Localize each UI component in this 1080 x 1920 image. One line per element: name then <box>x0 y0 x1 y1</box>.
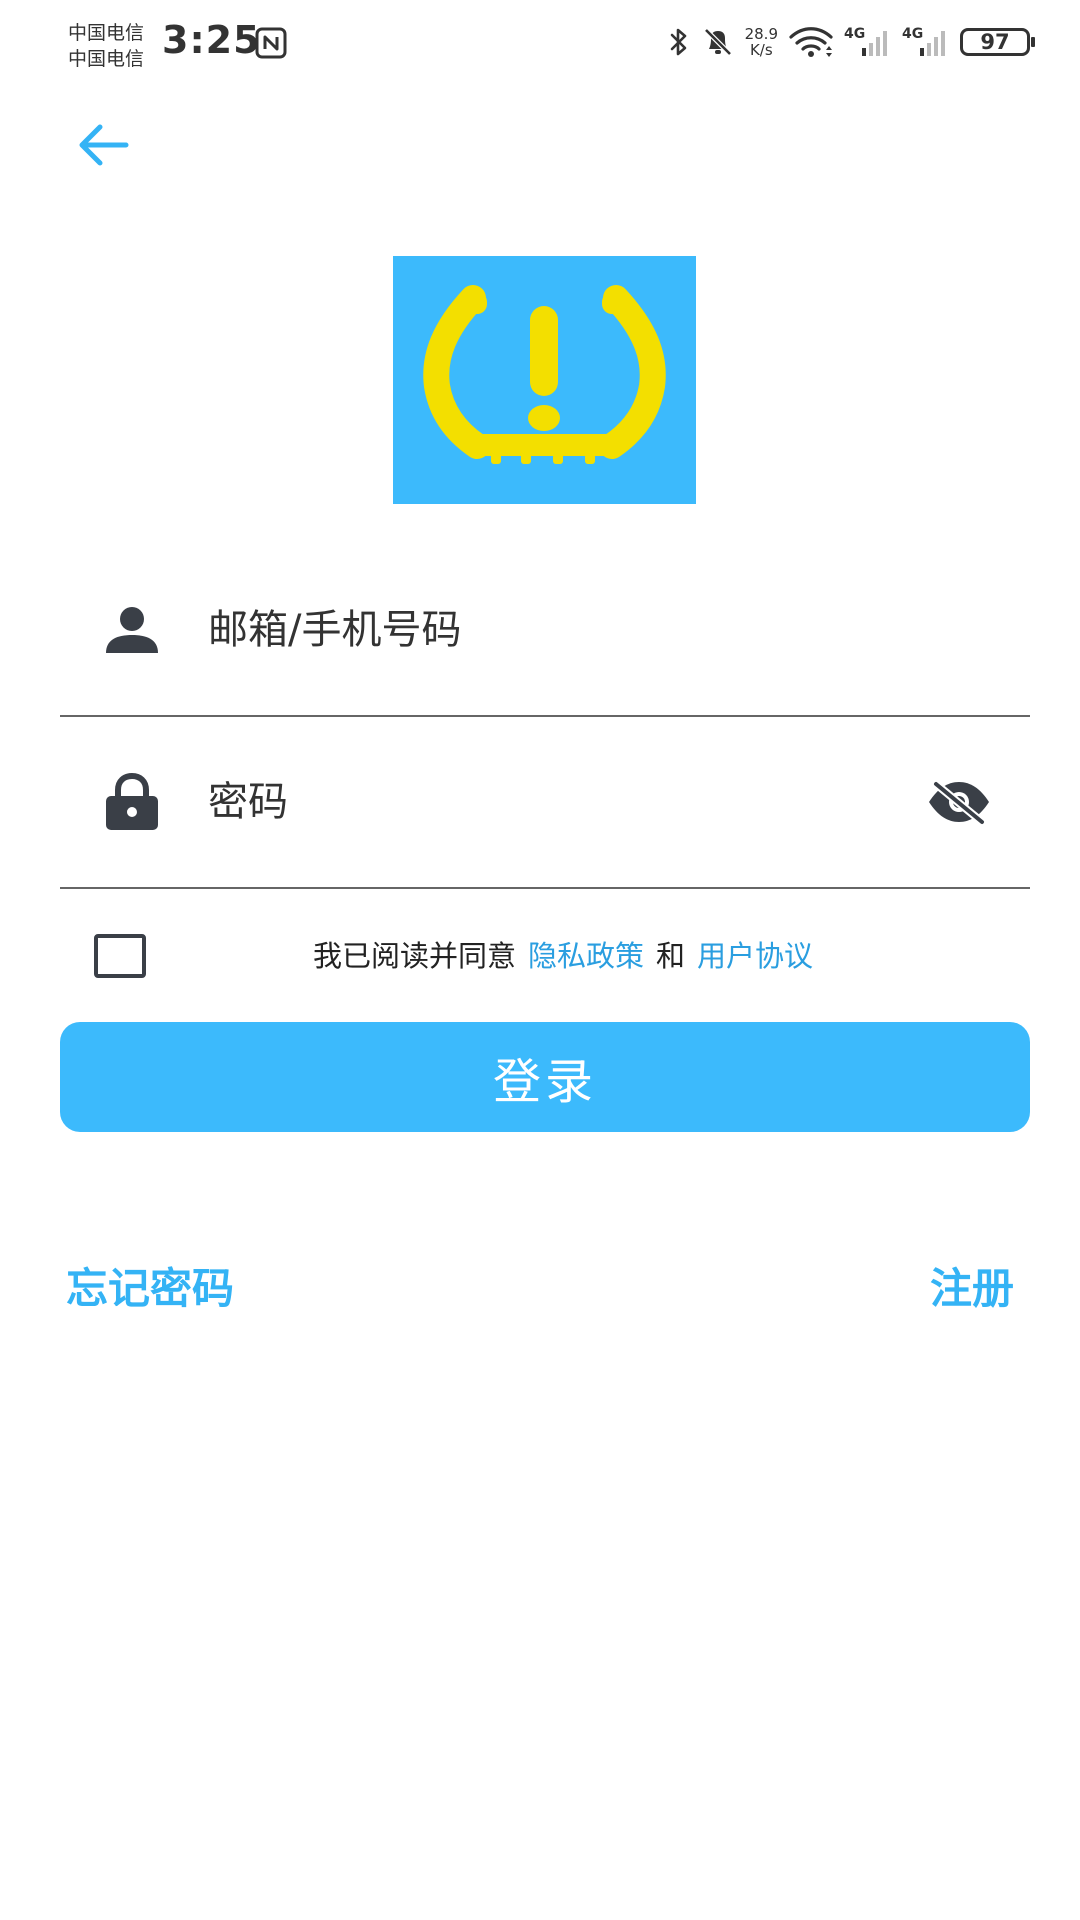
account-input[interactable] <box>208 600 828 660</box>
lock-icon <box>106 772 158 830</box>
account-field <box>60 545 1030 717</box>
signal-strength-2: 4G <box>902 26 950 58</box>
agreement-text: 我已阅读并同意 隐私政策和用户协议 <box>313 936 813 976</box>
login-button[interactable]: 登录 <box>60 1022 1030 1132</box>
net-speed-value: 28.9 <box>744 25 778 43</box>
forgot-password-link[interactable]: 忘记密码 <box>66 1255 234 1316</box>
status-time: 3:25 <box>162 18 261 62</box>
carrier-1: 中国电信 <box>68 22 145 44</box>
agreement-lead: 我已阅读并同意 <box>313 939 517 973</box>
arrow-left-icon <box>79 124 129 166</box>
wifi-icon <box>789 27 833 57</box>
password-field <box>60 717 1030 889</box>
tire-pressure-warning-icon <box>423 285 666 464</box>
status-bar: 中国电信 中国电信 3:25 28.9 K/s 4G 4G 97 <box>0 0 1080 90</box>
bell-muted-icon <box>703 28 732 56</box>
battery-icon: 97 <box>960 28 1035 56</box>
carrier-2: 中国电信 <box>68 48 145 70</box>
password-input[interactable] <box>208 772 828 832</box>
back-button[interactable] <box>68 115 138 175</box>
user-agreement-link[interactable]: 用户协议 <box>697 939 813 973</box>
net-speed-unit: K/s <box>749 41 773 59</box>
eye-off-icon[interactable] <box>926 778 992 826</box>
agreement-checkbox[interactable] <box>94 934 146 978</box>
signal-icon <box>920 31 945 56</box>
battery-level: 97 <box>980 30 1010 54</box>
bluetooth-icon <box>670 28 686 56</box>
app-logo <box>393 256 696 504</box>
agreement-conjunction: 和 <box>656 939 686 973</box>
carrier-info: 中国电信 中国电信 <box>68 20 144 72</box>
net-speed: 28.9 K/s <box>745 26 778 58</box>
person-icon <box>106 607 158 653</box>
signal-strength-1: 4G <box>844 26 892 58</box>
register-link[interactable]: 注册 <box>930 1255 1014 1316</box>
nfc-icon <box>255 27 287 59</box>
signal-icon <box>862 31 887 56</box>
privacy-policy-link[interactable]: 隐私政策 <box>528 939 644 973</box>
status-icons: 28.9 K/s 4G 4G 97 <box>667 22 1035 62</box>
